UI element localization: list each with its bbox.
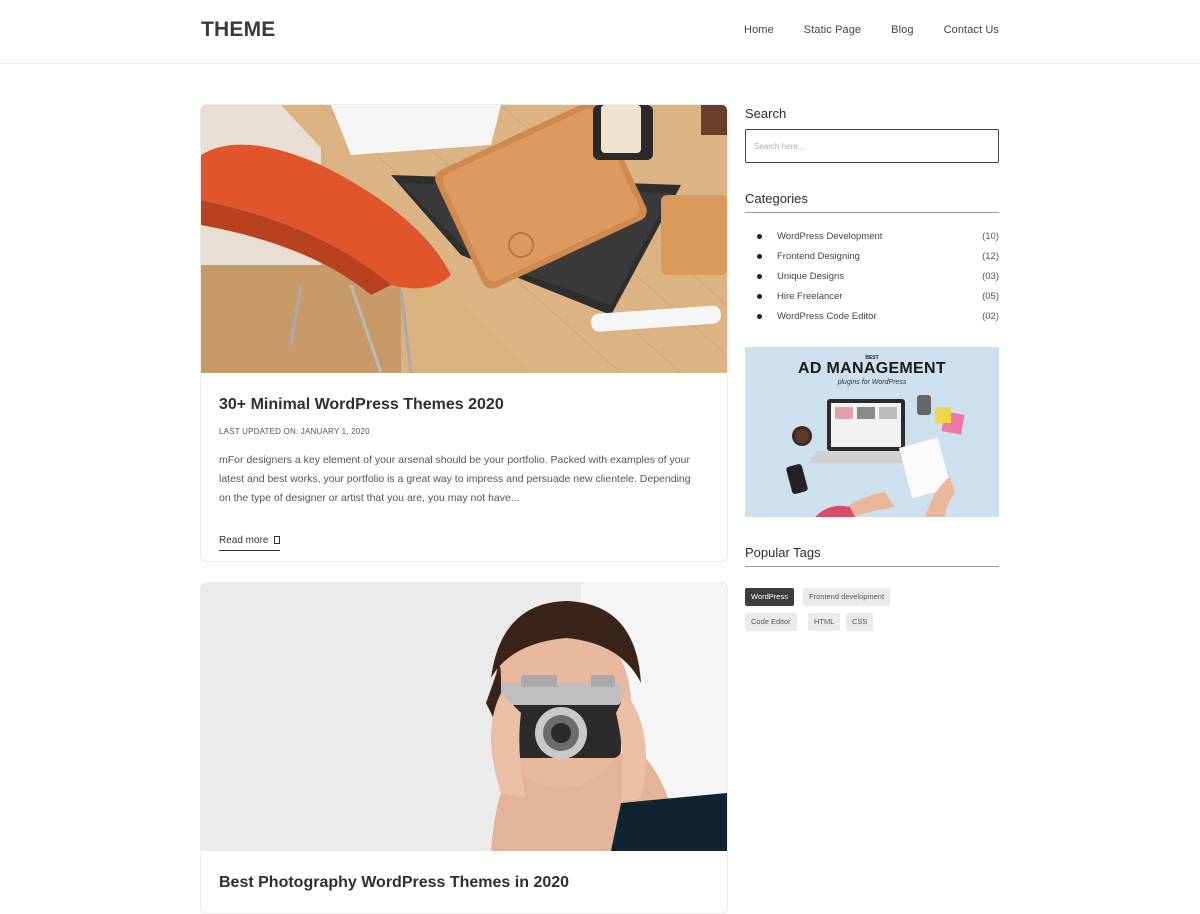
category-count: (03) bbox=[982, 270, 999, 282]
main-nav: Home Static Page Blog Contact Us bbox=[744, 24, 999, 36]
post-title[interactable]: Best Photography WordPress Themes in 202… bbox=[219, 873, 709, 893]
category-item: WordPress Development (10) bbox=[757, 226, 999, 246]
category-link[interactable]: Hire Freelancer bbox=[777, 291, 982, 302]
categories-divider bbox=[745, 212, 999, 213]
category-count: (10) bbox=[982, 230, 999, 242]
tag-wordpress[interactable]: WordPress bbox=[745, 588, 794, 606]
category-list: WordPress Development (10) Frontend Desi… bbox=[757, 226, 999, 326]
post-featured-image[interactable] bbox=[201, 583, 727, 851]
tags-widget-title: Popular Tags bbox=[745, 545, 821, 560]
category-link[interactable]: WordPress Code Editor bbox=[777, 311, 982, 322]
desk-workspace-photo bbox=[201, 105, 727, 373]
categories-widget-title: Categories bbox=[745, 191, 808, 206]
category-item: Frontend Designing (12) bbox=[757, 246, 999, 266]
post-body: Best Photography WordPress Themes in 202… bbox=[201, 873, 727, 893]
ad-subtitle: plugins for WordPress bbox=[837, 379, 907, 386]
category-item: Hire Freelancer (05) bbox=[757, 286, 999, 306]
category-link[interactable]: Frontend Designing bbox=[777, 251, 982, 262]
category-link[interactable]: Unique Designs bbox=[777, 271, 982, 282]
search-input[interactable] bbox=[745, 129, 999, 163]
read-more-label: Read more bbox=[219, 534, 269, 546]
post-body: 30+ Minimal WordPress Themes 2020 LAST U… bbox=[201, 395, 727, 551]
category-item: Unique Designs (03) bbox=[757, 266, 999, 286]
tag-css[interactable]: CSS bbox=[846, 613, 874, 631]
category-item: WordPress Code Editor (02) bbox=[757, 306, 999, 326]
ad-banner[interactable]: BEST AD MANAGEMENT plugins for WordPress bbox=[745, 347, 999, 517]
ad-title: AD MANAGEMENT bbox=[798, 360, 946, 377]
nav-blog[interactable]: Blog bbox=[891, 24, 913, 36]
site-logo[interactable]: THEME bbox=[201, 18, 276, 42]
post-card: Best Photography WordPress Themes in 202… bbox=[200, 582, 728, 914]
tags-divider bbox=[745, 566, 999, 567]
bullet-icon bbox=[757, 273, 762, 279]
post-excerpt: mFor designers a key element of your ars… bbox=[219, 454, 691, 504]
bullet-icon bbox=[757, 233, 762, 239]
site-header: THEME Home Static Page Blog Contact Us bbox=[0, 0, 1200, 64]
category-count: (05) bbox=[982, 290, 999, 302]
bullet-icon bbox=[757, 253, 762, 259]
search-widget-title: Search bbox=[745, 106, 787, 121]
bullet-icon bbox=[757, 293, 762, 299]
woman-with-camera-photo bbox=[201, 583, 727, 851]
tag-code-editor[interactable]: Code Editor bbox=[745, 613, 797, 631]
nav-home[interactable]: Home bbox=[744, 24, 774, 36]
nav-static-page[interactable]: Static Page bbox=[804, 24, 861, 36]
post-date: LAST UPDATED ON: JANUARY 1, 2020 bbox=[219, 427, 370, 436]
category-link[interactable]: WordPress Development bbox=[777, 231, 982, 242]
bullet-icon bbox=[757, 313, 762, 319]
post-title[interactable]: 30+ Minimal WordPress Themes 2020 bbox=[219, 395, 709, 415]
tag-frontend-development[interactable]: Frontend development bbox=[803, 588, 891, 606]
read-more-icon bbox=[274, 535, 281, 544]
post-featured-image[interactable] bbox=[201, 105, 727, 373]
tag-html[interactable]: HTML bbox=[808, 613, 841, 631]
read-more-link[interactable]: Read more bbox=[219, 534, 281, 551]
category-count: (02) bbox=[982, 310, 999, 322]
post-card: 30+ Minimal WordPress Themes 2020 LAST U… bbox=[200, 104, 728, 562]
category-count: (12) bbox=[982, 250, 999, 262]
nav-contact-us[interactable]: Contact Us bbox=[944, 24, 999, 36]
